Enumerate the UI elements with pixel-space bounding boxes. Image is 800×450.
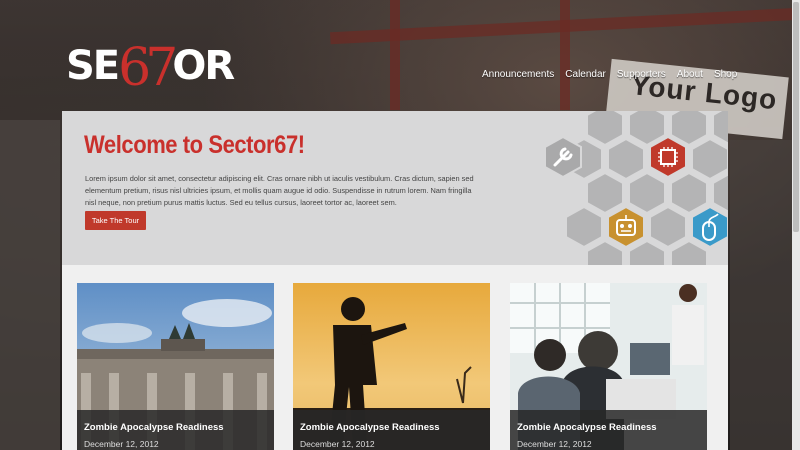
announcements-section: Zombie Apocalypse Readiness December 12,… (62, 265, 728, 450)
background-beam (560, 0, 570, 110)
scrollbar-thumb[interactable] (793, 2, 799, 232)
logo-wordmark: SE67OR (66, 38, 235, 94)
card-title: Zombie Apocalypse Readiness (517, 422, 657, 433)
wrench-icon (544, 135, 582, 179)
announcement-card[interactable]: Zombie Apocalypse Readiness December 12,… (293, 283, 490, 450)
site-logo[interactable]: SE67OR (66, 26, 235, 98)
hero-body: Lorem ipsum dolor sit amet, consectetur … (85, 174, 474, 207)
card-date: December 12, 2012 (300, 439, 375, 449)
nav-about[interactable]: About (677, 69, 703, 80)
chip-icon (649, 135, 687, 179)
announcement-card[interactable]: Zombie Apocalypse Readiness December 12,… (77, 283, 274, 450)
logo-text-left: SE (66, 43, 120, 89)
logo-text-right: OR (172, 43, 235, 89)
page-scrollbar[interactable] (792, 0, 800, 450)
card-date: December 12, 2012 (517, 439, 592, 449)
announcement-card[interactable]: Zombie Apocalypse Readiness December 12,… (510, 283, 707, 450)
nav-shop[interactable]: Shop (714, 69, 737, 80)
background-panel (0, 120, 60, 450)
robot-icon (607, 205, 645, 249)
hexagon-graphic (544, 111, 728, 265)
logo-digits: 67 (118, 38, 178, 98)
card-title: Zombie Apocalypse Readiness (300, 422, 440, 433)
nav-supporters[interactable]: Supporters (617, 69, 666, 80)
background-panel (730, 140, 800, 450)
mouse-icon (691, 205, 728, 249)
nav-announcements[interactable]: Announcements (482, 69, 554, 80)
card-date: December 12, 2012 (84, 439, 159, 449)
main-nav: Announcements Calendar Supporters About … (482, 69, 737, 80)
hero-banner: Welcome to Sector67! Lorem ipsum dolor s… (62, 111, 728, 265)
background-beam (390, 0, 400, 110)
take-tour-button[interactable]: Take The Tour (85, 211, 146, 230)
hero-title: Welcome to Sector67! (84, 131, 305, 159)
nav-calendar[interactable]: Calendar (565, 69, 606, 80)
card-title: Zombie Apocalypse Readiness (84, 422, 224, 433)
